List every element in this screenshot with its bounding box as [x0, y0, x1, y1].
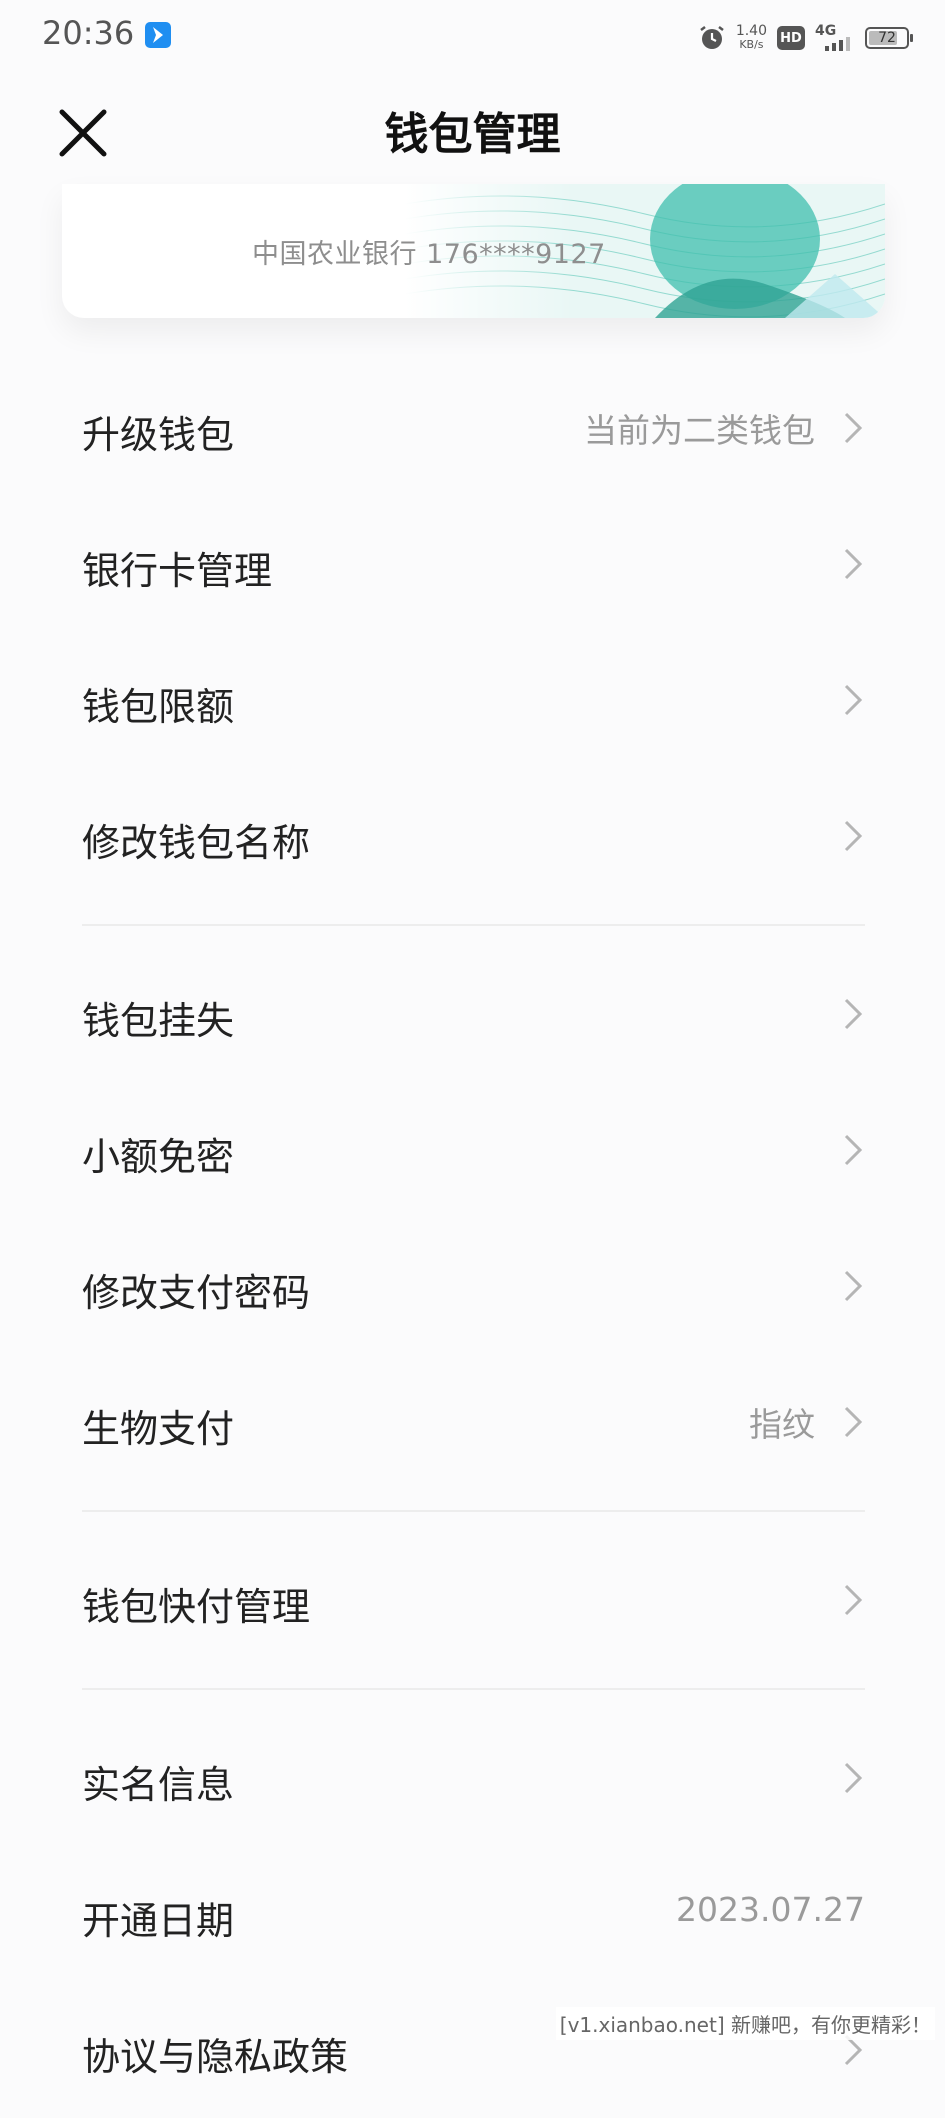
status-icons: 1.40 KB/s HD 4G 72	[698, 18, 913, 58]
menu-item-wallet-limit[interactable]: 钱包限额	[0, 632, 945, 768]
menu-item-label: 实名信息	[82, 1763, 235, 1807]
nav-bar: 钱包管理	[0, 80, 945, 170]
network-speed-unit: KB/s	[739, 38, 764, 51]
network-speed: 1.40 KB/s	[735, 23, 767, 51]
section-divider	[0, 1668, 945, 1710]
app-notification-icon	[145, 22, 171, 48]
menu-item-label: 升级钱包	[82, 413, 235, 457]
menu-item-biometric-pay[interactable]: 生物支付 指纹	[0, 1354, 945, 1490]
menu-item-value: 指纹	[749, 1405, 815, 1444]
menu-item-rename-wallet[interactable]: 修改钱包名称	[0, 768, 945, 904]
section-divider	[0, 904, 945, 946]
page-title: 钱包管理	[384, 109, 561, 160]
hd-icon: HD	[777, 26, 805, 50]
menu-item-label: 协议与隐私政策	[82, 2035, 349, 2079]
section-divider	[0, 1490, 945, 1532]
menu-item-value: 当前为二类钱包	[584, 411, 815, 450]
menu-item-label: 银行卡管理	[82, 549, 273, 593]
menu-item-quick-pay-management[interactable]: 钱包快付管理	[0, 1532, 945, 1668]
watermark-text: [v1.xianbao.net] 新赚吧，有你更精彩！	[555, 2007, 935, 2040]
menu-item-label: 开通日期	[82, 1899, 235, 1943]
settings-list: 升级钱包 当前为二类钱包 银行卡管理 钱包限额 修改钱包名称 钱包挂失 小额免密…	[0, 360, 945, 2118]
menu-item-upgrade-wallet[interactable]: 升级钱包 当前为二类钱包	[0, 360, 945, 496]
network-speed-value: 1.40	[735, 23, 767, 39]
menu-item-report-loss[interactable]: 钱包挂失	[0, 946, 945, 1082]
wallet-card[interactable]: 中国农业银行 176****9127	[62, 184, 885, 318]
chevron-right-icon	[844, 684, 863, 716]
menu-item-label: 修改钱包名称	[82, 821, 311, 865]
menu-item-label: 钱包限额	[82, 685, 235, 729]
menu-item-label: 钱包快付管理	[82, 1585, 311, 1629]
chevron-right-icon	[844, 1270, 863, 1302]
chevron-right-icon	[844, 1762, 863, 1794]
menu-item-small-password-free[interactable]: 小额免密	[0, 1082, 945, 1218]
chevron-right-icon	[844, 1584, 863, 1616]
menu-item-label: 钱包挂失	[82, 999, 235, 1043]
chevron-right-icon	[844, 820, 863, 852]
chevron-right-icon	[844, 412, 863, 444]
battery-level: 72	[878, 30, 896, 46]
menu-item-real-name-info[interactable]: 实名信息	[0, 1710, 945, 1846]
menu-item-label: 修改支付密码	[82, 1271, 311, 1315]
battery-icon: 72	[865, 27, 913, 49]
menu-item-bank-card-management[interactable]: 银行卡管理	[0, 496, 945, 632]
chevron-right-icon	[844, 998, 863, 1030]
chevron-right-icon	[844, 1134, 863, 1166]
alarm-icon	[700, 26, 724, 49]
chevron-right-icon	[844, 1406, 863, 1438]
menu-item-open-date: 开通日期 2023.07.27	[0, 1846, 945, 1982]
menu-item-label: 生物支付	[82, 1407, 235, 1451]
card-bank-info: 中国农业银行 176****9127	[252, 239, 606, 270]
menu-item-value: 2023.07.27	[676, 1890, 865, 1929]
menu-item-agreement-privacy[interactable]: 协议与隐私政策	[0, 1982, 945, 2118]
signal-icon: 4G	[815, 23, 855, 53]
status-bar: 20:36 1.40 KB/s HD 4G 72	[0, 0, 945, 72]
menu-item-change-pay-password[interactable]: 修改支付密码	[0, 1218, 945, 1354]
status-time: 20:36	[42, 14, 135, 52]
menu-item-label: 小额免密	[82, 1135, 235, 1179]
chevron-right-icon	[844, 548, 863, 580]
